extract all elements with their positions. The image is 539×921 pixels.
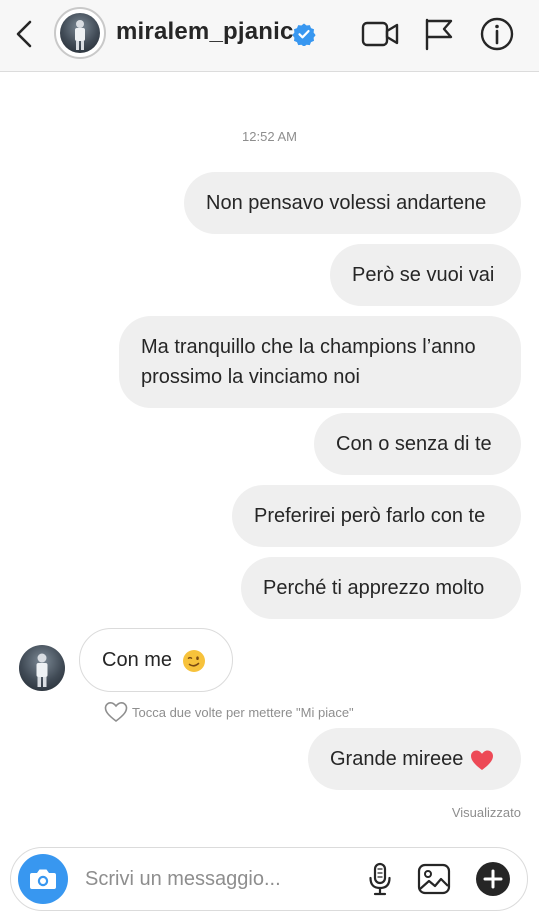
message-bubble-received[interactable]: Con me	[79, 628, 233, 692]
message-text: Preferirei però farlo con te	[254, 505, 486, 527]
message-bubble-sent[interactable]: Però se vuoi vai	[330, 244, 521, 306]
message-text: Con me	[102, 649, 173, 671]
video-call-icon[interactable]	[360, 16, 400, 52]
message-text: Non pensavo volessi andartene	[206, 192, 487, 214]
gallery-icon[interactable]	[415, 860, 453, 898]
message-bubble-sent[interactable]: Perché ti apprezzo molto	[241, 557, 521, 619]
info-icon[interactable]	[477, 16, 517, 52]
profile-photo	[60, 13, 100, 53]
message-bubble-sent[interactable]: Con o senza di te	[314, 413, 521, 475]
message-timestamp: 12:52 AM	[242, 129, 297, 144]
message-bubble-sent[interactable]: Grande mireee	[308, 728, 521, 790]
double-tap-like-hint: Tocca due volte per mettere "Mi piace"	[104, 700, 354, 724]
message-text: Ma tranquillo che la champions l’anno pr…	[141, 336, 476, 388]
camera-button[interactable]	[18, 854, 68, 904]
message-input[interactable]	[85, 860, 355, 898]
message-text: Con o senza di te	[336, 433, 492, 455]
back-chevron-icon	[16, 20, 32, 48]
message-bubble-sent[interactable]: Non pensavo volessi andartene	[184, 172, 521, 234]
microphone-icon[interactable]	[361, 860, 399, 898]
chat-username[interactable]: miralem_pjanic	[116, 18, 294, 46]
winking-face-emoji	[182, 649, 205, 672]
dm-thread-screen: miralem_pjanic 12:52 AM Non pensavo vole…	[0, 0, 539, 921]
verified-badge-icon	[292, 23, 316, 46]
back-button[interactable]	[8, 14, 42, 54]
plus-icon[interactable]	[474, 860, 512, 898]
seen-status: Visualizzato	[451, 805, 521, 820]
red-heart-emoji	[470, 750, 493, 770]
message-text: Perché ti apprezzo molto	[263, 577, 485, 599]
chat-header: miralem_pjanic	[0, 0, 539, 72]
header-avatar[interactable]	[54, 7, 106, 59]
heart-outline-icon[interactable]	[104, 701, 128, 723]
message-text: Però se vuoi vai	[352, 264, 495, 286]
flag-icon[interactable]	[420, 16, 460, 52]
message-composer	[10, 847, 528, 911]
camera-icon	[30, 869, 56, 889]
message-text: Grande mireee	[330, 748, 464, 770]
sender-avatar[interactable]	[19, 645, 65, 691]
like-hint-text: Tocca due volte per mettere "Mi piace"	[132, 704, 354, 720]
message-bubble-sent[interactable]: Preferirei però farlo con te	[232, 485, 521, 547]
message-bubble-sent[interactable]: Ma tranquillo che la champions l’anno pr…	[119, 316, 521, 408]
